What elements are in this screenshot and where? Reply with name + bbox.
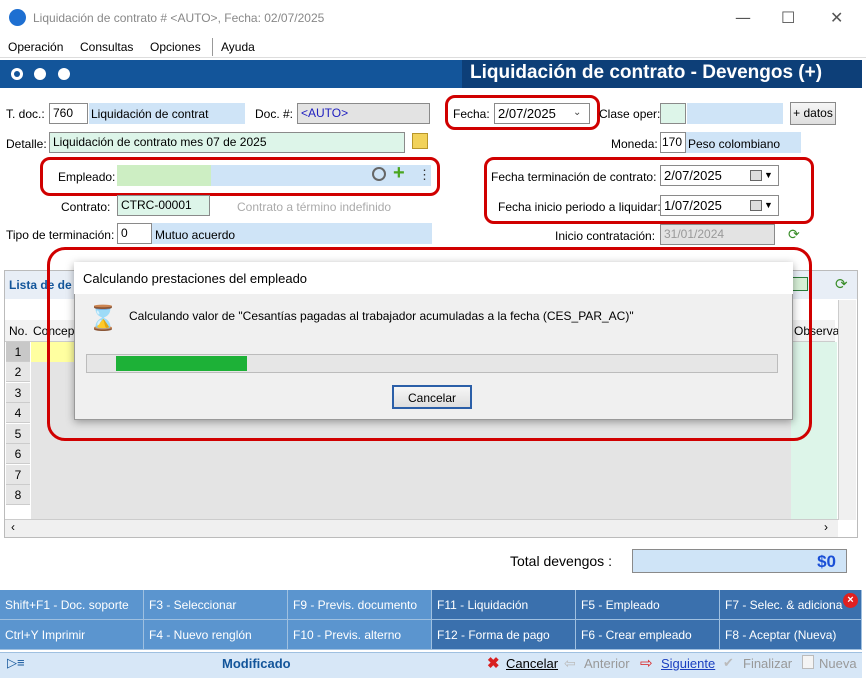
fkey-previs-documento[interactable]: F9 - Previs. documento	[288, 590, 432, 620]
tdoc-input[interactable]: 760	[49, 103, 88, 124]
refresh-icon[interactable]: ⟳	[835, 275, 848, 293]
highlight-fecha	[445, 95, 600, 130]
empleado-label: Empleado:	[58, 170, 116, 184]
docnum-field: <AUTO>	[297, 103, 430, 124]
close-button[interactable]: ✕	[830, 8, 843, 27]
contrato-label: Contrato:	[61, 200, 111, 214]
fkey-forma-pago[interactable]: F12 - Forma de pago	[432, 620, 576, 650]
radio-view-3[interactable]	[58, 68, 70, 80]
menu-divider	[212, 38, 213, 56]
clase-input[interactable]	[660, 103, 686, 124]
fkey-previs-alterno[interactable]: F10 - Previs. alterno	[288, 620, 432, 650]
scroll-right-icon[interactable]: ›	[824, 520, 828, 534]
maximize-button[interactable]: ☐	[781, 8, 795, 27]
finicio-label: Fecha inicio periodo a liquidar:	[498, 200, 661, 214]
scroll-left-icon[interactable]: ‹	[11, 520, 15, 534]
clase-name-field	[687, 103, 783, 124]
table-row[interactable]: 6	[6, 444, 30, 464]
chevron-down-icon[interactable]: ▼	[764, 200, 773, 210]
tdoc-label: T. doc.:	[6, 107, 45, 121]
fkey-crear-empleado[interactable]: F6 - Crear empleado	[576, 620, 720, 650]
fkey-seleccionar[interactable]: F3 - Seleccionar	[144, 590, 288, 620]
app-logo-icon	[9, 9, 26, 26]
contrato-desc: Contrato a término indefinido	[237, 200, 392, 214]
calendar-icon[interactable]	[750, 200, 762, 211]
clase-label: Clase oper:	[599, 107, 661, 121]
icontr-date: 31/01/2024	[660, 224, 775, 245]
horizontal-scrollbar[interactable]	[5, 519, 838, 537]
moneda-code[interactable]: 170	[660, 132, 686, 153]
table-row[interactable]: 2	[6, 362, 30, 382]
empleado-input[interactable]	[117, 165, 211, 186]
tipo-name: Mutuo acuerdo	[155, 228, 236, 242]
total-devengos-value: $0	[632, 549, 847, 573]
cancelar-button[interactable]: Cancelar	[506, 656, 558, 671]
table-row[interactable]: 7	[6, 465, 30, 485]
table-row[interactable]: 3	[6, 383, 30, 403]
table-row[interactable]: 5	[6, 424, 30, 444]
docnum-label: Doc. #:	[255, 107, 294, 121]
fkey-nuevo-renglon[interactable]: F4 - Nuevo renglón	[144, 620, 288, 650]
menu-operacion[interactable]: Operación	[8, 40, 63, 54]
new-document-icon	[802, 655, 814, 669]
icontr-label: Inicio contratación:	[555, 229, 656, 243]
fkey-imprimir[interactable]: Ctrl+Y Imprimir	[0, 620, 144, 650]
menu-ayuda[interactable]: Ayuda	[221, 40, 255, 54]
cancel-x-icon[interactable]: ✖	[487, 654, 500, 672]
highlight-dialog	[47, 247, 812, 441]
anterior-button: Anterior	[584, 656, 630, 671]
calendar-icon[interactable]	[750, 170, 762, 181]
table-row[interactable]: 1	[6, 342, 30, 362]
radio-view-2[interactable]	[34, 68, 46, 80]
fterm-label: Fecha terminación de contrato:	[491, 170, 657, 184]
tdoc-name: Liquidación de contrato	[91, 107, 209, 121]
window-title: Liquidación de contrato # <AUTO>, Fecha:…	[33, 11, 325, 25]
contrato-input[interactable]: CTRC-00001	[117, 195, 210, 216]
finalizar-button: Finalizar	[743, 656, 793, 671]
panel-toggle-icon[interactable]: ▷≡	[7, 655, 25, 671]
add-icon[interactable]: +	[393, 163, 405, 183]
tipo-label: Tipo de terminación:	[6, 228, 115, 242]
fkey-selec-adiciona[interactable]: F7 - Selec. & adiciona	[720, 590, 862, 620]
siguiente-button[interactable]: Siguiente	[661, 656, 715, 671]
fkey-empleado[interactable]: F5 - Empleado	[576, 590, 720, 620]
fkey-doc-soporte[interactable]: Shift+F1 - Doc. soporte	[0, 590, 144, 620]
search-icon[interactable]	[372, 167, 386, 181]
moneda-name: Peso colombiano	[688, 137, 781, 151]
menu-consultas[interactable]: Consultas	[80, 40, 133, 54]
check-icon: ✔	[723, 655, 734, 670]
menu-opciones[interactable]: Opciones	[150, 40, 201, 54]
note-add-icon[interactable]	[412, 133, 428, 149]
status-state: Modificado	[222, 656, 291, 671]
close-circle-icon[interactable]: ×	[843, 593, 858, 608]
total-label: Total devengos :	[510, 553, 612, 569]
mas-datos-button[interactable]: + datos	[790, 102, 836, 125]
detalle-input[interactable]: Liquidación de contrato mes 07 de 2025	[49, 132, 405, 153]
refresh-icon[interactable]: ⟳	[788, 227, 804, 241]
tipo-code[interactable]: 0	[117, 223, 152, 244]
radio-view-1[interactable]	[11, 68, 23, 80]
fkey-liquidacion[interactable]: F11 - Liquidación	[432, 590, 576, 620]
arrow-right-icon[interactable]: ⇨	[640, 654, 653, 672]
nueva-button: Nueva	[819, 656, 857, 671]
fkey-aceptar-nueva[interactable]: F8 - Aceptar (Nueva)	[720, 620, 862, 650]
table-row[interactable]: 8	[6, 485, 30, 505]
arrow-left-icon: ⇦	[564, 655, 576, 671]
chevron-down-icon[interactable]: ▼	[764, 170, 773, 180]
col-no: No.	[9, 324, 28, 338]
page-title: Liquidación de contrato - Devengos (+)	[470, 62, 823, 83]
more-options-icon[interactable]: ⋮	[418, 167, 431, 183]
moneda-label: Moneda:	[611, 137, 658, 151]
table-row[interactable]: 4	[6, 403, 30, 423]
detalle-label: Detalle:	[6, 137, 47, 151]
minimize-button[interactable]: —	[735, 8, 751, 27]
vertical-scrollbar[interactable]	[838, 300, 856, 520]
